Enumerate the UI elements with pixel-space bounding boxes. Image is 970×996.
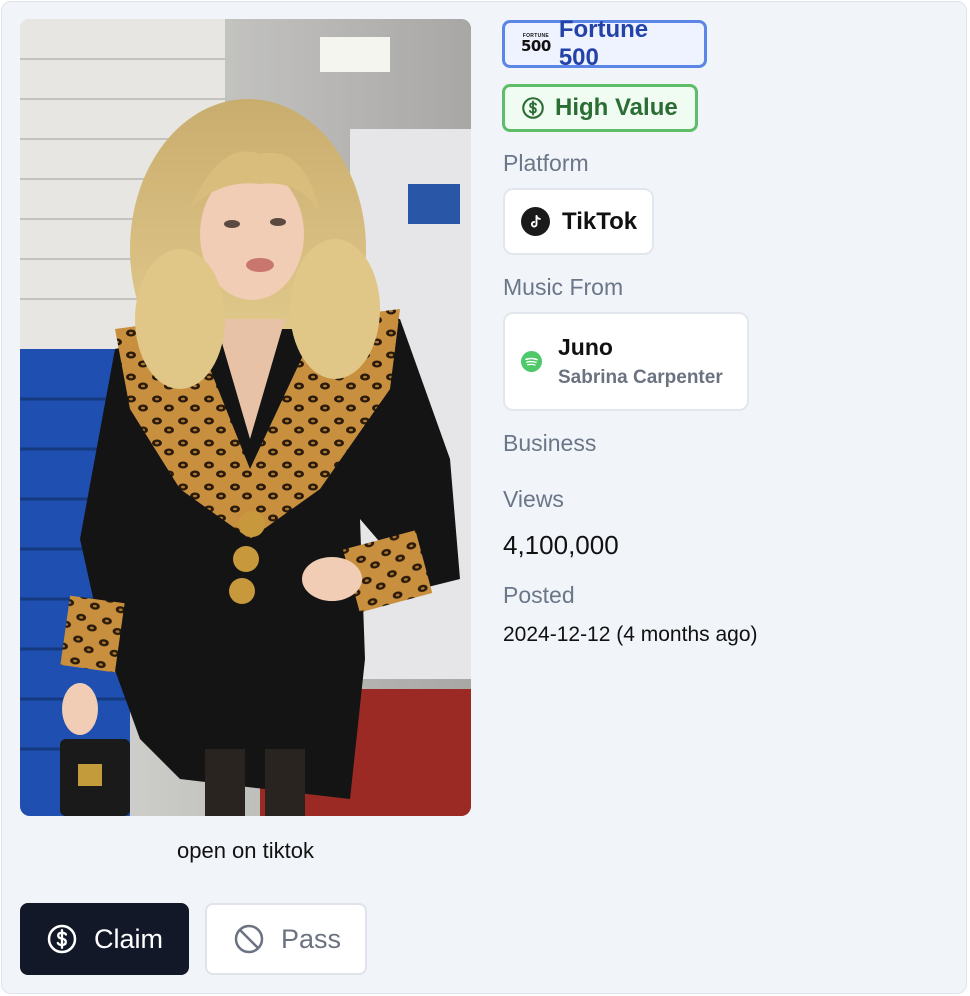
posted-value: 2024-12-12 (4 months ago) — [503, 623, 758, 646]
pass-button-label: Pass — [281, 923, 342, 954]
pass-button[interactable]: Pass — [205, 903, 367, 975]
business-label: Business — [503, 430, 597, 456]
high-value-badge: High Value — [502, 84, 698, 132]
music-artist: Sabrina Carpenter — [558, 367, 723, 388]
fortune-500-badge: FORTUNE 500 Fortune 500 — [502, 16, 707, 71]
claim-button[interactable]: Claim — [20, 903, 189, 975]
high-value-label: High Value — [555, 94, 678, 121]
music-title: Juno — [558, 334, 613, 360]
dollar-circle-icon — [522, 97, 544, 119]
fortune-500-label: Fortune 500 — [558, 16, 649, 71]
views-label: Views — [503, 486, 564, 512]
post-card: open on tiktok Claim Pass FORTUNE 500 Fo… — [1, 1, 967, 994]
music-from-label: Music From — [503, 274, 624, 300]
posted-label: Posted — [503, 582, 575, 608]
music-chip[interactable]: Juno Sabrina Carpenter — [503, 312, 749, 411]
tiktok-icon — [521, 207, 550, 236]
dollar-circle-icon — [47, 924, 77, 954]
fortune-logo-number: 500 — [521, 37, 551, 55]
ban-icon — [234, 924, 264, 954]
platform-chip[interactable]: TikTok — [503, 188, 654, 255]
views-value: 4,100,000 — [503, 530, 619, 560]
claim-button-label: Claim — [94, 923, 164, 954]
fortune-500-logo: FORTUNE 500 — [521, 34, 551, 54]
music-info: Juno Sabrina Carpenter — [558, 334, 723, 389]
post-photo[interactable] — [20, 19, 471, 816]
photo-illustration — [20, 19, 471, 816]
spotify-icon — [521, 351, 542, 372]
platform-label: Platform — [503, 150, 589, 176]
platform-name: TikTok — [562, 207, 638, 235]
open-on-tiktok-link[interactable]: open on tiktok — [20, 838, 471, 864]
